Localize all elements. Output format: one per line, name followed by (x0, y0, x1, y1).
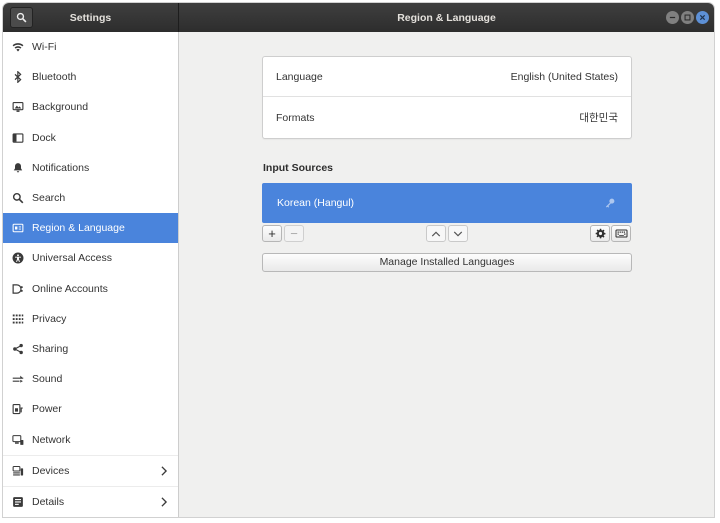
remove-input-source-button[interactable]: − (284, 225, 304, 242)
sidebar-item-devices[interactable]: Devices (3, 454, 178, 486)
settings-window: Settings Region & Language Wi-Fi Bluetoo… (3, 3, 714, 517)
privacy-icon (12, 314, 24, 324)
chevron-up-icon (431, 231, 441, 236)
sidebar-item-label: Wi-Fi (32, 41, 57, 54)
sidebar-item-label: Power (32, 403, 62, 416)
sidebar-item-sound[interactable]: Sound (3, 364, 178, 394)
input-source-item[interactable]: Korean (Hangul) (262, 183, 632, 223)
headerbar-main-section: Region & Language (179, 3, 714, 32)
sidebar-item-label: Sharing (32, 342, 69, 355)
input-source-settings-button[interactable] (590, 225, 610, 242)
sharing-icon (13, 343, 23, 355)
chevron-right-icon (161, 497, 168, 507)
sidebar: Wi-Fi Bluetooth Background Dock Notifica… (3, 32, 179, 517)
region-icon (12, 223, 24, 233)
online-accounts-icon (12, 283, 23, 294)
dock-icon (12, 132, 24, 143)
move-up-button[interactable] (426, 225, 446, 242)
devices-icon (12, 465, 24, 476)
gear-icon (595, 228, 605, 239)
sidebar-item-label: Devices (32, 464, 70, 477)
sidebar-item-label: Online Accounts (32, 282, 108, 295)
sidebar-item-details[interactable]: Details (3, 485, 178, 517)
sound-icon (12, 375, 24, 383)
sidebar-item-label: Network (32, 433, 71, 446)
sidebar-item-label: Details (32, 495, 65, 508)
details-icon (13, 497, 23, 507)
sidebar-item-label: Search (32, 192, 66, 205)
keyboard-icon (614, 229, 628, 238)
sidebar-item-notifications[interactable]: Notifications (3, 153, 178, 183)
bluetooth-icon (14, 71, 22, 84)
minimize-button[interactable] (666, 11, 679, 24)
input-sources-heading: Input Sources (263, 162, 334, 174)
window-title: Region & Language (397, 11, 496, 24)
header-search-button[interactable] (10, 7, 33, 28)
input-source-label: Korean (Hangul) (277, 197, 355, 209)
sidebar-item-label: Privacy (32, 312, 67, 325)
language-value: English (United States) (510, 70, 618, 83)
sidebar-item-power[interactable]: Power (3, 394, 178, 424)
sidebar-item-region-language[interactable]: Region & Language (3, 213, 178, 244)
sidebar-item-label: Sound (32, 373, 63, 386)
sidebar-item-background[interactable]: Background (3, 92, 178, 122)
sidebar-item-network[interactable]: Network (3, 424, 178, 454)
show-keyboard-layout-button[interactable] (611, 225, 631, 242)
manage-installed-languages-button[interactable]: Manage Installed Languages (262, 253, 632, 272)
move-down-button[interactable] (448, 225, 468, 242)
sidebar-item-bluetooth[interactable]: Bluetooth (3, 62, 178, 92)
formats-row[interactable]: Formats 대한민국 (263, 97, 631, 138)
sidebar-item-wifi[interactable]: Wi-Fi (3, 32, 178, 62)
sidebar-item-label: Notifications (32, 161, 90, 174)
minimize-icon (669, 16, 676, 19)
sidebar-item-sharing[interactable]: Sharing (3, 334, 178, 364)
sidebar-item-label: Universal Access (32, 252, 112, 265)
close-button[interactable] (696, 11, 709, 24)
search-icon (16, 12, 27, 23)
sidebar-item-dock[interactable]: Dock (3, 123, 178, 153)
add-input-source-button[interactable]: + (262, 225, 282, 242)
power-icon (12, 404, 23, 415)
chevron-right-icon (161, 466, 168, 476)
universal-access-icon (12, 252, 24, 264)
formats-label: Formats (276, 111, 315, 124)
notifications-icon (13, 162, 23, 173)
chevron-down-icon (453, 231, 463, 236)
settings-content: Wi-Fi Bluetooth Background Dock Notifica… (3, 32, 714, 517)
headerbar: Settings Region & Language (3, 3, 714, 32)
sidebar-item-privacy[interactable]: Privacy (3, 304, 178, 334)
sidebar-item-search[interactable]: Search (3, 183, 178, 213)
close-icon (699, 14, 706, 21)
sidebar-item-label: Region & Language (32, 222, 125, 235)
key-icon (605, 198, 615, 208)
window-controls (666, 11, 709, 24)
sidebar-item-label: Dock (32, 131, 56, 144)
sidebar-title: Settings (69, 11, 112, 24)
headerbar-sidebar-section: Settings (3, 3, 179, 32)
wifi-icon (12, 43, 24, 52)
sidebar-item-online-accounts[interactable]: Online Accounts (3, 274, 178, 304)
language-row[interactable]: Language English (United States) (263, 57, 631, 97)
network-icon (12, 434, 24, 445)
formats-value: 대한민국 (579, 112, 618, 124)
sidebar-item-label: Bluetooth (32, 71, 77, 84)
maximize-icon (684, 14, 691, 21)
sidebar-item-label: Background (32, 101, 89, 114)
language-settings-list: Language English (United States) Formats… (262, 56, 632, 139)
region-language-panel: Language English (United States) Formats… (262, 56, 632, 272)
sidebar-item-universal-access[interactable]: Universal Access (3, 243, 178, 273)
maximize-button[interactable] (681, 11, 694, 24)
background-icon (12, 102, 24, 113)
search-icon (12, 192, 24, 204)
language-label: Language (276, 70, 323, 83)
input-sources-toolbar: + − (262, 225, 632, 242)
main-panel: Language English (United States) Formats… (179, 32, 714, 517)
